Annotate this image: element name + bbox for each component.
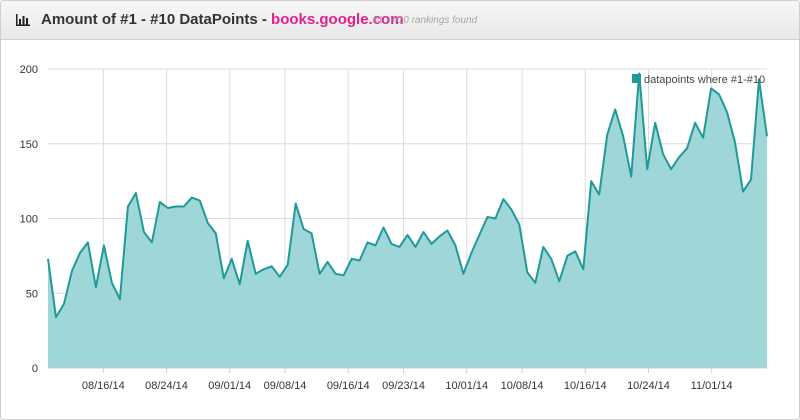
x-tick-label: 09/08/14 [264,380,307,392]
legend-swatch [632,74,641,83]
panel-header: Amount of #1 - #10 DataPoints - books.go… [1,1,799,40]
title-prefix: Amount of #1 - #10 DataPoints - [41,11,267,28]
chart-panel: Amount of #1 - #10 DataPoints - books.go… [0,0,800,420]
y-tick-label: 50 [26,288,38,300]
x-tick-label: 11/01/14 [691,380,733,392]
y-tick-label: 150 [20,139,38,151]
y-tick-label: 200 [20,64,38,76]
x-tick-label: 10/24/14 [627,380,670,392]
x-tick-label: 09/16/14 [327,380,370,392]
y-tick-label: 100 [20,214,38,226]
y-tick-label: 0 [32,363,38,375]
panel-subtitle: - #1 - #10 rankings found [366,15,478,26]
x-tick-label: 09/01/14 [208,380,251,392]
area-chart: 0 50 100 150 200 08/16/14 08/24/14 09/01/14 09/0… [20,64,768,392]
bar-chart-icon [16,14,30,26]
x-tick-label: 10/16/14 [564,380,607,392]
x-tick-label: 10/08/14 [501,380,544,392]
x-tick-label: 09/23/14 [382,380,425,392]
x-tick-label: 08/24/14 [145,380,188,392]
legend-label: datapoints where #1-#10 [644,74,765,86]
panel-title: Amount of #1 - #10 DataPoints - books.go… [41,11,404,28]
x-tick-label: 10/01/14 [445,380,488,392]
x-tick-label: 08/16/14 [82,380,125,392]
